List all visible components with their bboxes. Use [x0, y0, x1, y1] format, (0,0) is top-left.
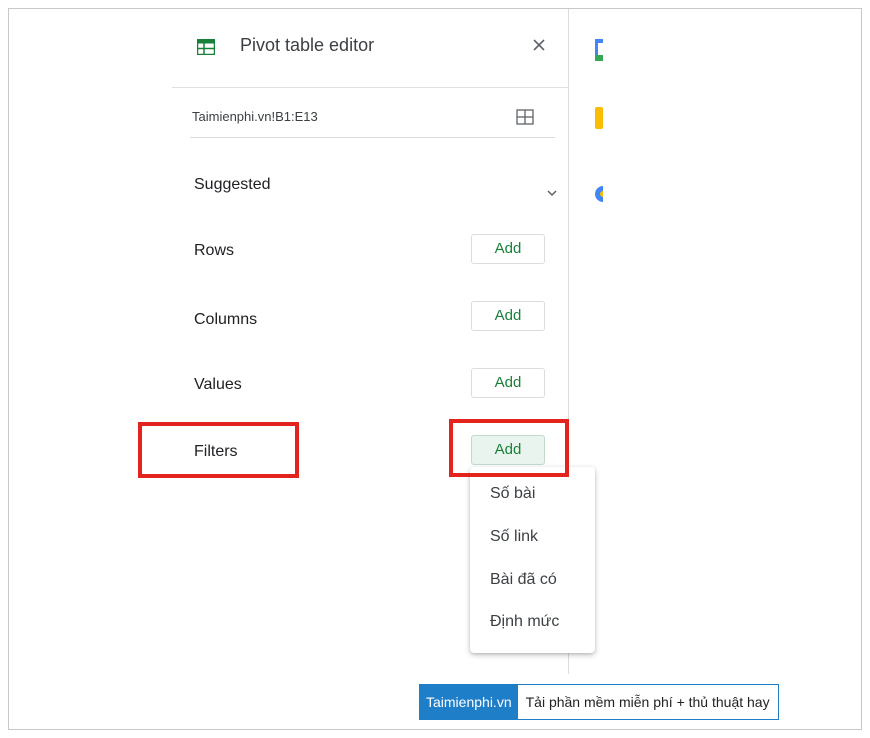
keep-icon[interactable]: [595, 107, 603, 129]
add-highlight-box: [449, 419, 569, 477]
filters-highlight-box: [138, 422, 299, 478]
range-input[interactable]: Taimienphi.vn!B1:E13: [192, 109, 318, 124]
field-dropdown-menu: Số bài Số link Bài đã có Định mức: [470, 467, 595, 653]
rows-label: Rows: [194, 242, 235, 259]
dropdown-item[interactable]: Bài đã có: [490, 571, 557, 589]
tasks-icon[interactable]: [595, 183, 603, 205]
sheets-icon: [197, 39, 215, 55]
chevron-down-icon[interactable]: [546, 187, 558, 199]
app-window: Pivot table editor Taimienphi.vn!B1:E13 …: [8, 8, 862, 730]
suggested-label[interactable]: Suggested: [194, 176, 271, 194]
grid-select-icon[interactable]: [516, 109, 534, 125]
panel-title: Pivot table editor: [240, 35, 375, 55]
columns-add-button[interactable]: Add: [471, 301, 545, 331]
close-icon[interactable]: [529, 35, 549, 55]
range-underline: [190, 137, 555, 138]
watermark-tagline: Tải phần mềm miễn phí + thủ thuật hay: [517, 685, 778, 719]
values-label: Values: [194, 376, 242, 393]
editor-header: Pivot table editor: [172, 9, 568, 88]
columns-label: Columns: [194, 311, 258, 328]
watermark-brand: Taimienphi.vn: [420, 685, 518, 719]
calendar-icon[interactable]: [595, 39, 603, 61]
values-add-button[interactable]: Add: [471, 368, 545, 398]
dropdown-item[interactable]: Số link: [490, 528, 538, 546]
rows-add-button[interactable]: Add: [471, 234, 545, 264]
dropdown-item[interactable]: Số bài: [490, 485, 535, 503]
watermark-banner: Taimienphi.vn Tải phần mềm miễn phí + th…: [419, 684, 779, 720]
dropdown-item[interactable]: Định mức: [490, 613, 559, 631]
